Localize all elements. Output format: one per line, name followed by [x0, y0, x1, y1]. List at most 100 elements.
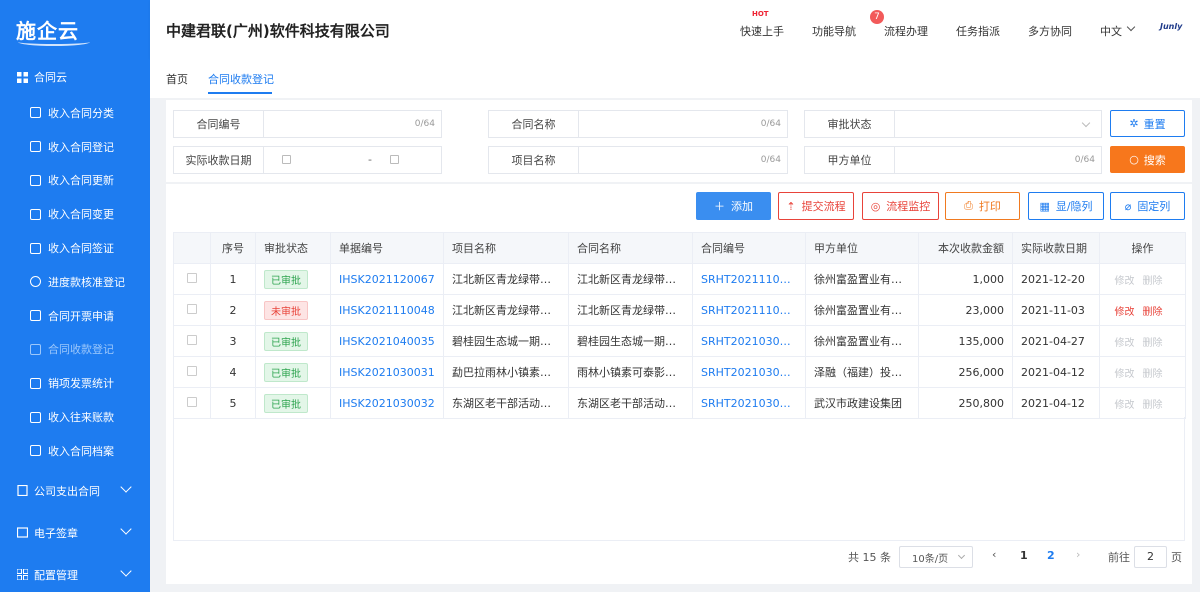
table-row[interactable]: 3 已审批 IHSK2021040035 碧桂园生态城一期工程 碧桂园生态城一期…	[173, 325, 1186, 357]
hot-badge: HOT	[752, 10, 769, 18]
doc-number-link[interactable]: IHSK2021030031	[330, 356, 444, 388]
contract-number-link[interactable]: SRHT2021110254	[692, 294, 806, 326]
row-checkbox[interactable]	[187, 396, 197, 407]
table-row[interactable]: 1 已审批 IHSK2021120067 江北新区青龙绿带二... 江北新区青龙…	[173, 263, 1186, 295]
contract-no-input[interactable]: 0/64	[264, 111, 441, 137]
sidebar-item-income-visa[interactable]: 收入合同签证	[0, 231, 150, 265]
row-checkbox-cell[interactable]	[173, 356, 211, 388]
project-name-field[interactable]: 项目名称 0/64	[488, 146, 788, 174]
delete-button[interactable]: 删除	[1143, 369, 1163, 380]
edit-button[interactable]: 修改	[1115, 400, 1135, 411]
sidebar-item-income-change[interactable]: 收入合同变更	[0, 197, 150, 231]
sidebar-item-income-category[interactable]: 收入合同分类	[0, 96, 150, 130]
status-cell: 已审批	[255, 325, 331, 357]
contract-name-input[interactable]: 0/64	[579, 111, 787, 137]
table-row[interactable]: 4 已审批 IHSK2021030031 勐巴拉雨林小镇素可... 雨林小镇素可…	[173, 356, 1186, 388]
approval-status-select[interactable]	[895, 111, 1101, 137]
sidebar-item-output-invoice-stats[interactable]: 销项发票统计	[0, 366, 150, 400]
sidebar-group-contract-cloud[interactable]: 合同云	[0, 58, 150, 96]
party-a-input[interactable]: 0/64	[895, 147, 1101, 173]
goto-page-input[interactable]: 2	[1134, 546, 1167, 568]
sidebar-item-payment-register[interactable]: 合同收款登记	[0, 333, 150, 367]
payment-date-field[interactable]: 实际收款日期 -	[173, 146, 442, 174]
page-2[interactable]: 2	[1047, 549, 1055, 562]
edit-button[interactable]: 修改	[1115, 369, 1135, 380]
submit-process-button[interactable]: ⇡ 提交流程	[778, 192, 854, 220]
row-checkbox[interactable]	[187, 303, 197, 314]
add-button[interactable]: ＋ 添加	[696, 192, 771, 220]
row-checkbox-cell[interactable]	[173, 387, 211, 419]
contract-name-cell: 东湖区老干部活动中...	[568, 387, 693, 419]
add-label: 添加	[731, 200, 753, 213]
sidebar-item-receivables[interactable]: 收入往来账款	[0, 400, 150, 434]
field-label: 合同编号	[174, 111, 264, 137]
prev-page-icon[interactable]: ‹	[992, 548, 996, 561]
next-page-icon[interactable]: ›	[1076, 548, 1080, 561]
print-button[interactable]: ⎙ 打印	[945, 192, 1020, 220]
payment-date-range[interactable]: -	[264, 147, 441, 173]
contract-no-field[interactable]: 合同编号 0/64	[173, 110, 442, 138]
edit-button[interactable]: 修改	[1115, 338, 1135, 349]
nav-task-assign[interactable]: 任务指派	[956, 23, 1000, 39]
sidebar-group-config[interactable]: 配置管理	[0, 554, 150, 592]
delete-button[interactable]: 删除	[1143, 276, 1163, 287]
fix-columns-button[interactable]: ⌀ 固定列	[1110, 192, 1185, 220]
printer-icon: ⎙	[964, 199, 973, 212]
project-name-input[interactable]: 0/64	[579, 147, 787, 173]
row-checkbox-cell[interactable]	[173, 294, 211, 326]
tab-payment-register[interactable]: 合同收款登记	[208, 71, 274, 87]
contract-number-link[interactable]: SRHT2021110254	[692, 263, 806, 295]
project-name-cell: 江北新区青龙绿带二...	[443, 263, 569, 295]
nav-process[interactable]: 流程办理	[884, 23, 928, 39]
sidebar-item-invoice-apply[interactable]: 合同开票申请	[0, 299, 150, 333]
nav-function-guide[interactable]: 功能导航	[812, 23, 856, 39]
document-icon	[16, 485, 28, 497]
doc-number-link[interactable]: IHSK2021120067	[330, 263, 444, 295]
plus-icon: ＋	[714, 200, 725, 213]
party-a-field[interactable]: 甲方单位 0/64	[804, 146, 1102, 174]
page-size-value: 10条/页	[912, 553, 949, 565]
doc-number-link[interactable]: IHSK2021110048	[330, 294, 444, 326]
language-selector[interactable]: 中文	[1100, 23, 1122, 39]
doc-number-link[interactable]: IHSK2021040035	[330, 325, 444, 357]
process-monitor-button[interactable]: ◎ 流程监控	[862, 192, 939, 220]
doc-number-link[interactable]: IHSK2021030032	[330, 387, 444, 419]
nav-quick-start[interactable]: 快速上手	[740, 23, 784, 39]
contract-number-link[interactable]: SRHT2021030115	[692, 387, 806, 419]
action-cell: 修改 删除	[1099, 263, 1186, 295]
approval-status-field[interactable]: 审批状态	[804, 110, 1102, 138]
delete-button[interactable]: 删除	[1143, 338, 1163, 349]
edit-button[interactable]: 修改	[1115, 307, 1135, 318]
toggle-columns-button[interactable]: ▦ 显/隐列	[1028, 192, 1104, 220]
field-label: 甲方单位	[805, 147, 895, 173]
contract-number-link[interactable]: SRHT2021030120	[692, 325, 806, 357]
sidebar-item-income-register[interactable]: 收入合同登记	[0, 130, 150, 164]
yen-icon	[30, 276, 41, 288]
sidebar-item-income-update[interactable]: 收入合同更新	[0, 164, 150, 198]
table-row[interactable]: 2 未审批 IHSK2021110048 江北新区青龙绿带二... 江北新区青龙…	[173, 294, 1186, 326]
reset-button[interactable]: ✲ 重置	[1110, 110, 1185, 137]
row-checkbox[interactable]	[187, 365, 197, 376]
row-checkbox[interactable]	[187, 334, 197, 345]
delete-button[interactable]: 删除	[1143, 400, 1163, 411]
row-checkbox-cell[interactable]	[173, 263, 211, 295]
project-name-cell: 江北新区青龙绿带二...	[443, 294, 569, 326]
sidebar-group-expense-contract[interactable]: 公司支出合同	[0, 470, 150, 512]
edit-button[interactable]: 修改	[1115, 276, 1135, 287]
delete-button[interactable]: 删除	[1143, 307, 1163, 318]
table-row[interactable]: 5 已审批 IHSK2021030032 东湖区老干部活动中... 东湖区老干部…	[173, 387, 1186, 419]
row-checkbox-cell[interactable]	[173, 325, 211, 357]
nav-collaboration[interactable]: 多方协同	[1028, 23, 1072, 39]
contract-name-field[interactable]: 合同名称 0/64	[488, 110, 788, 138]
search-button[interactable]: ○ 搜索	[1110, 146, 1185, 173]
page-1[interactable]: 1	[1020, 549, 1028, 562]
status-cell: 未审批	[255, 294, 331, 326]
sidebar-group-esign[interactable]: 电子签章	[0, 512, 150, 554]
row-checkbox[interactable]	[187, 272, 197, 283]
contract-number-link[interactable]: SRHT2021030117	[692, 356, 806, 388]
sidebar-item-progress-approval[interactable]: 进度款核准登记	[0, 265, 150, 299]
tab-home[interactable]: 首页	[166, 71, 188, 87]
sidebar-item-income-archive[interactable]: 收入合同档案	[0, 434, 150, 468]
chevron-down-icon	[120, 523, 132, 535]
page-size-select[interactable]: 10条/页	[899, 546, 973, 568]
